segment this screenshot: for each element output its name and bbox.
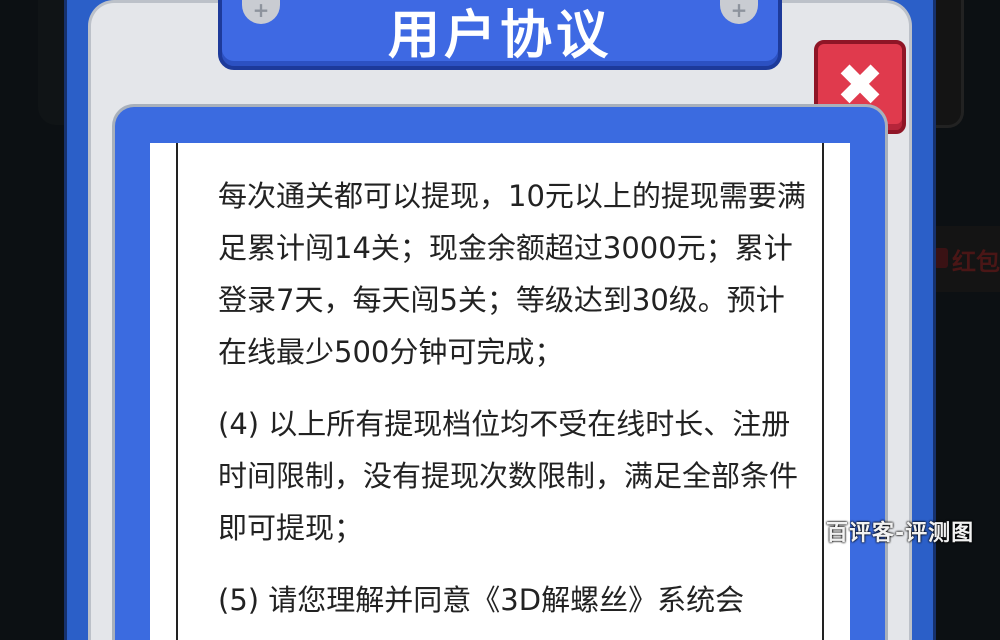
agreement-text: 每次通关都可以提现，10元以上的提现需要满足累计闯14关；现金余额超过3000元… bbox=[218, 170, 808, 640]
dialog-title: 用户协议 bbox=[387, 6, 612, 66]
paper-margin-line bbox=[822, 143, 824, 640]
paper-margin-line bbox=[176, 143, 178, 640]
watermark: 百评客-评测图 bbox=[826, 521, 975, 546]
agreement-paragraph: (4) 以上所有提现档位均不受在线时长、注册时间限制，没有提现次数限制，满足全部… bbox=[218, 407, 799, 545]
redpack-icon bbox=[934, 248, 948, 268]
agreement-paragraph: (5) 请您理解并同意《3D解螺丝》系统会 bbox=[218, 583, 745, 617]
agreement-paragraph: 每次通关都可以提现，10元以上的提现需要满足累计闯14关；现金余额超过3000元… bbox=[218, 179, 806, 369]
background-redpack-label: 红包 bbox=[952, 248, 1000, 276]
